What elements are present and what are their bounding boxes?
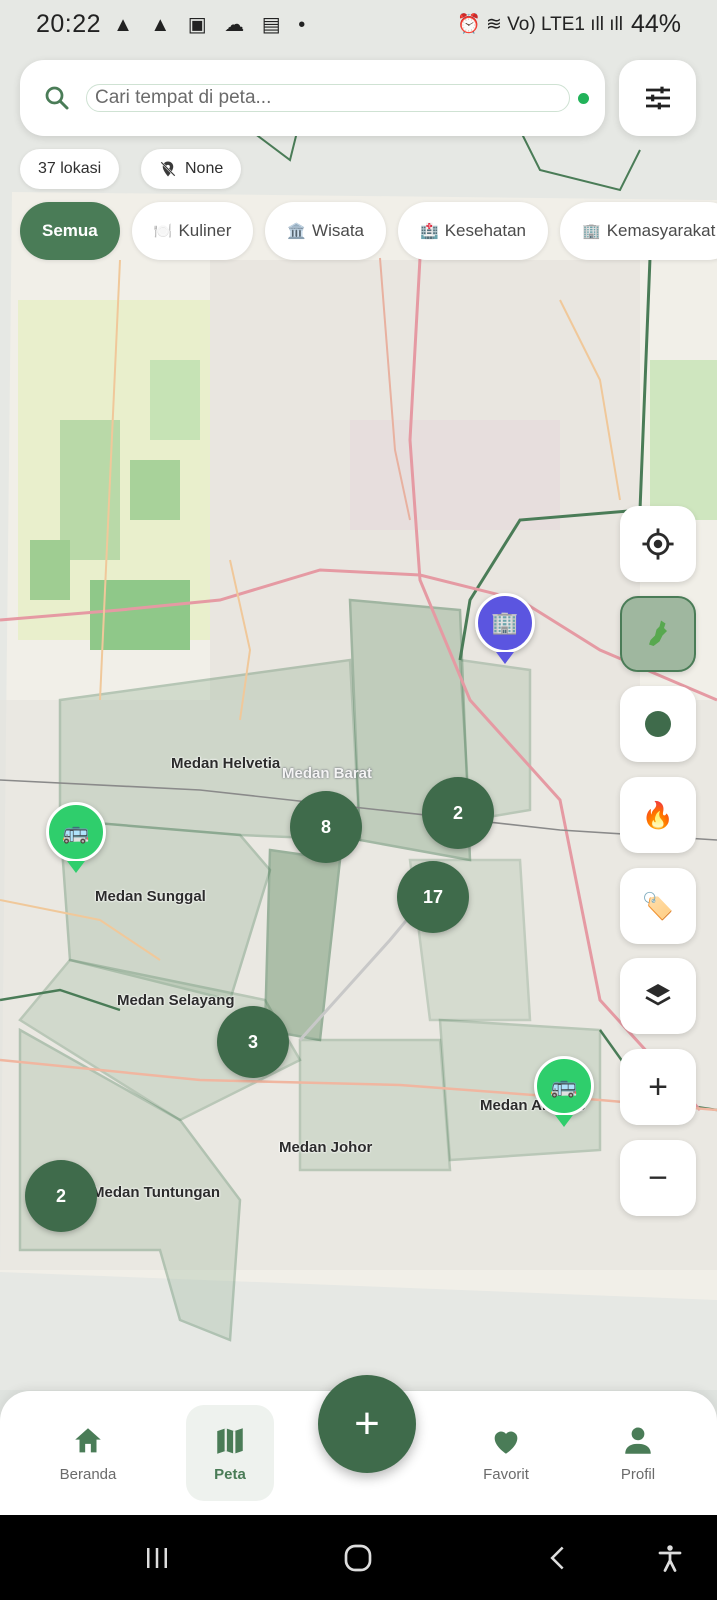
bus-icon: 🚌 (62, 819, 90, 844)
bus-station-pin[interactable]: 🚌 (46, 802, 106, 862)
back-button[interactable] (518, 1515, 598, 1600)
nav-item-map[interactable]: Peta (186, 1405, 274, 1501)
nav-label: Profil (620, 1465, 656, 1483)
plus-icon: + (648, 1067, 668, 1106)
category-chip-all[interactable]: Semua (20, 202, 120, 260)
filter-button[interactable] (619, 60, 696, 136)
accessibility-icon (658, 1544, 682, 1572)
category-label: Kemasyarakat (606, 221, 716, 240)
boundary-layer-toggle[interactable] (620, 596, 696, 672)
district-label-helvetia: Medan Helvetia (171, 755, 281, 772)
category-label: Wisata (312, 221, 365, 240)
bus-icon: 🚌 (550, 1073, 578, 1098)
cluster-marker[interactable]: 2 (422, 777, 494, 849)
layers-icon (645, 984, 671, 1006)
cluster-marker[interactable]: 2 (25, 1160, 97, 1232)
category-filter-row: Semua 🍽️ Kuliner 🏛️ Wisata 🏥 Kesehatan 🏢… (20, 202, 717, 260)
search-input[interactable] (86, 84, 570, 112)
minus-icon: − (648, 1158, 668, 1197)
district-label-selayang: Medan Selayang (117, 992, 235, 1009)
plus-icon: + (354, 1399, 380, 1448)
sliders-icon (645, 86, 670, 110)
signal-icons: ⏰ ≋ Vo) LTE1 ıll ıll (457, 14, 623, 35)
district-label-johor: Medan Johor (279, 1139, 373, 1156)
status-time: 20:22 (36, 9, 102, 38)
layers-button[interactable] (620, 958, 696, 1034)
location-count: 37 lokasi (38, 160, 102, 177)
museum-icon: 🏛️ (287, 223, 307, 240)
location-off-icon (160, 161, 176, 177)
district-label-tuntungan: Medan Tuntungan (92, 1184, 221, 1201)
category-label: Semua (42, 221, 98, 240)
map-icon (217, 1427, 243, 1454)
home-system-button[interactable] (318, 1515, 398, 1600)
heart-icon (494, 1431, 518, 1454)
plate-icon: 🍽️ (153, 223, 173, 240)
nearby-filter-chip[interactable]: None (141, 149, 242, 189)
search-bar (20, 60, 605, 136)
heatmap-toggle[interactable]: 🔥 (620, 777, 696, 853)
crosshair-icon (642, 528, 674, 560)
status-bar: 20:22 ▲ ▲ ▣ ☁ ▤ • ⏰ ≋ Vo) LTE1 ıll ıll 4… (0, 0, 717, 48)
nav-label: Beranda (59, 1465, 117, 1483)
hospital-icon: 🏥 (420, 223, 439, 240)
category-chip-health[interactable]: 🏥 Kesehatan (398, 202, 548, 260)
cluster-marker[interactable]: 8 (290, 791, 362, 863)
building-pin[interactable]: 🏢 (475, 593, 535, 653)
online-status-dot (578, 92, 589, 104)
region-map-icon (649, 620, 667, 646)
nav-item-profile[interactable]: Profil (594, 1405, 682, 1501)
add-place-button[interactable]: + (318, 1375, 416, 1473)
nav-item-favorites[interactable]: Favorit (462, 1405, 550, 1501)
accessibility-button[interactable] (630, 1515, 710, 1600)
search-icon (45, 86, 69, 110)
category-chip-tourism[interactable]: 🏛️ Wisata (265, 202, 387, 260)
location-count-chip: 37 lokasi (20, 149, 120, 189)
my-location-button[interactable] (620, 506, 696, 582)
marker-style-button[interactable] (620, 686, 696, 762)
tag-filter-button[interactable]: 🏷️ (620, 868, 696, 944)
bottom-navigation: Beranda Peta + Favorit Profil (0, 1375, 717, 1515)
zoom-in-button[interactable]: + (620, 1049, 696, 1125)
home-icon (75, 1427, 101, 1452)
nav-label: Peta (214, 1465, 246, 1483)
district-label-sunggal: Medan Sunggal (95, 888, 206, 905)
recent-apps-icon (147, 1547, 167, 1568)
bus-station-pin[interactable]: 🚌 (534, 1056, 594, 1116)
notification-icons: ▲ ▲ ▣ ☁ ▤ • (113, 13, 312, 36)
recent-apps-button[interactable] (117, 1515, 197, 1600)
nav-label: Favorit (483, 1465, 529, 1483)
battery-level: 44% (630, 9, 681, 38)
cluster-marker[interactable]: 3 (217, 1006, 289, 1078)
building-icon: 🏢 (491, 610, 519, 635)
cluster-marker[interactable]: 17 (397, 861, 469, 933)
zoom-out-button[interactable]: − (620, 1140, 696, 1216)
system-navigation-bar (0, 1515, 717, 1600)
nav-item-home[interactable]: Beranda (44, 1405, 132, 1501)
dot-icon (645, 711, 671, 737)
category-label: Kuliner (178, 221, 232, 240)
district-label-barat: Medan Barat (282, 765, 373, 782)
category-chip-culinary[interactable]: 🍽️ Kuliner (131, 202, 254, 260)
nearby-filter-label: None (185, 160, 224, 177)
office-building-icon: 🏢 (582, 223, 601, 240)
category-label: Kesehatan (444, 221, 526, 240)
tag-icon: 🏷️ (641, 890, 675, 921)
status-right-group: ⏰ ≋ Vo) LTE1 ıll ıll 44% (457, 10, 681, 39)
category-chip-community[interactable]: 🏢 Kemasyarakat (560, 202, 717, 260)
person-icon (625, 1427, 651, 1454)
fire-icon: 🔥 (641, 799, 675, 830)
home-circle-icon (344, 1544, 372, 1571)
back-chevron-icon (550, 1546, 564, 1569)
